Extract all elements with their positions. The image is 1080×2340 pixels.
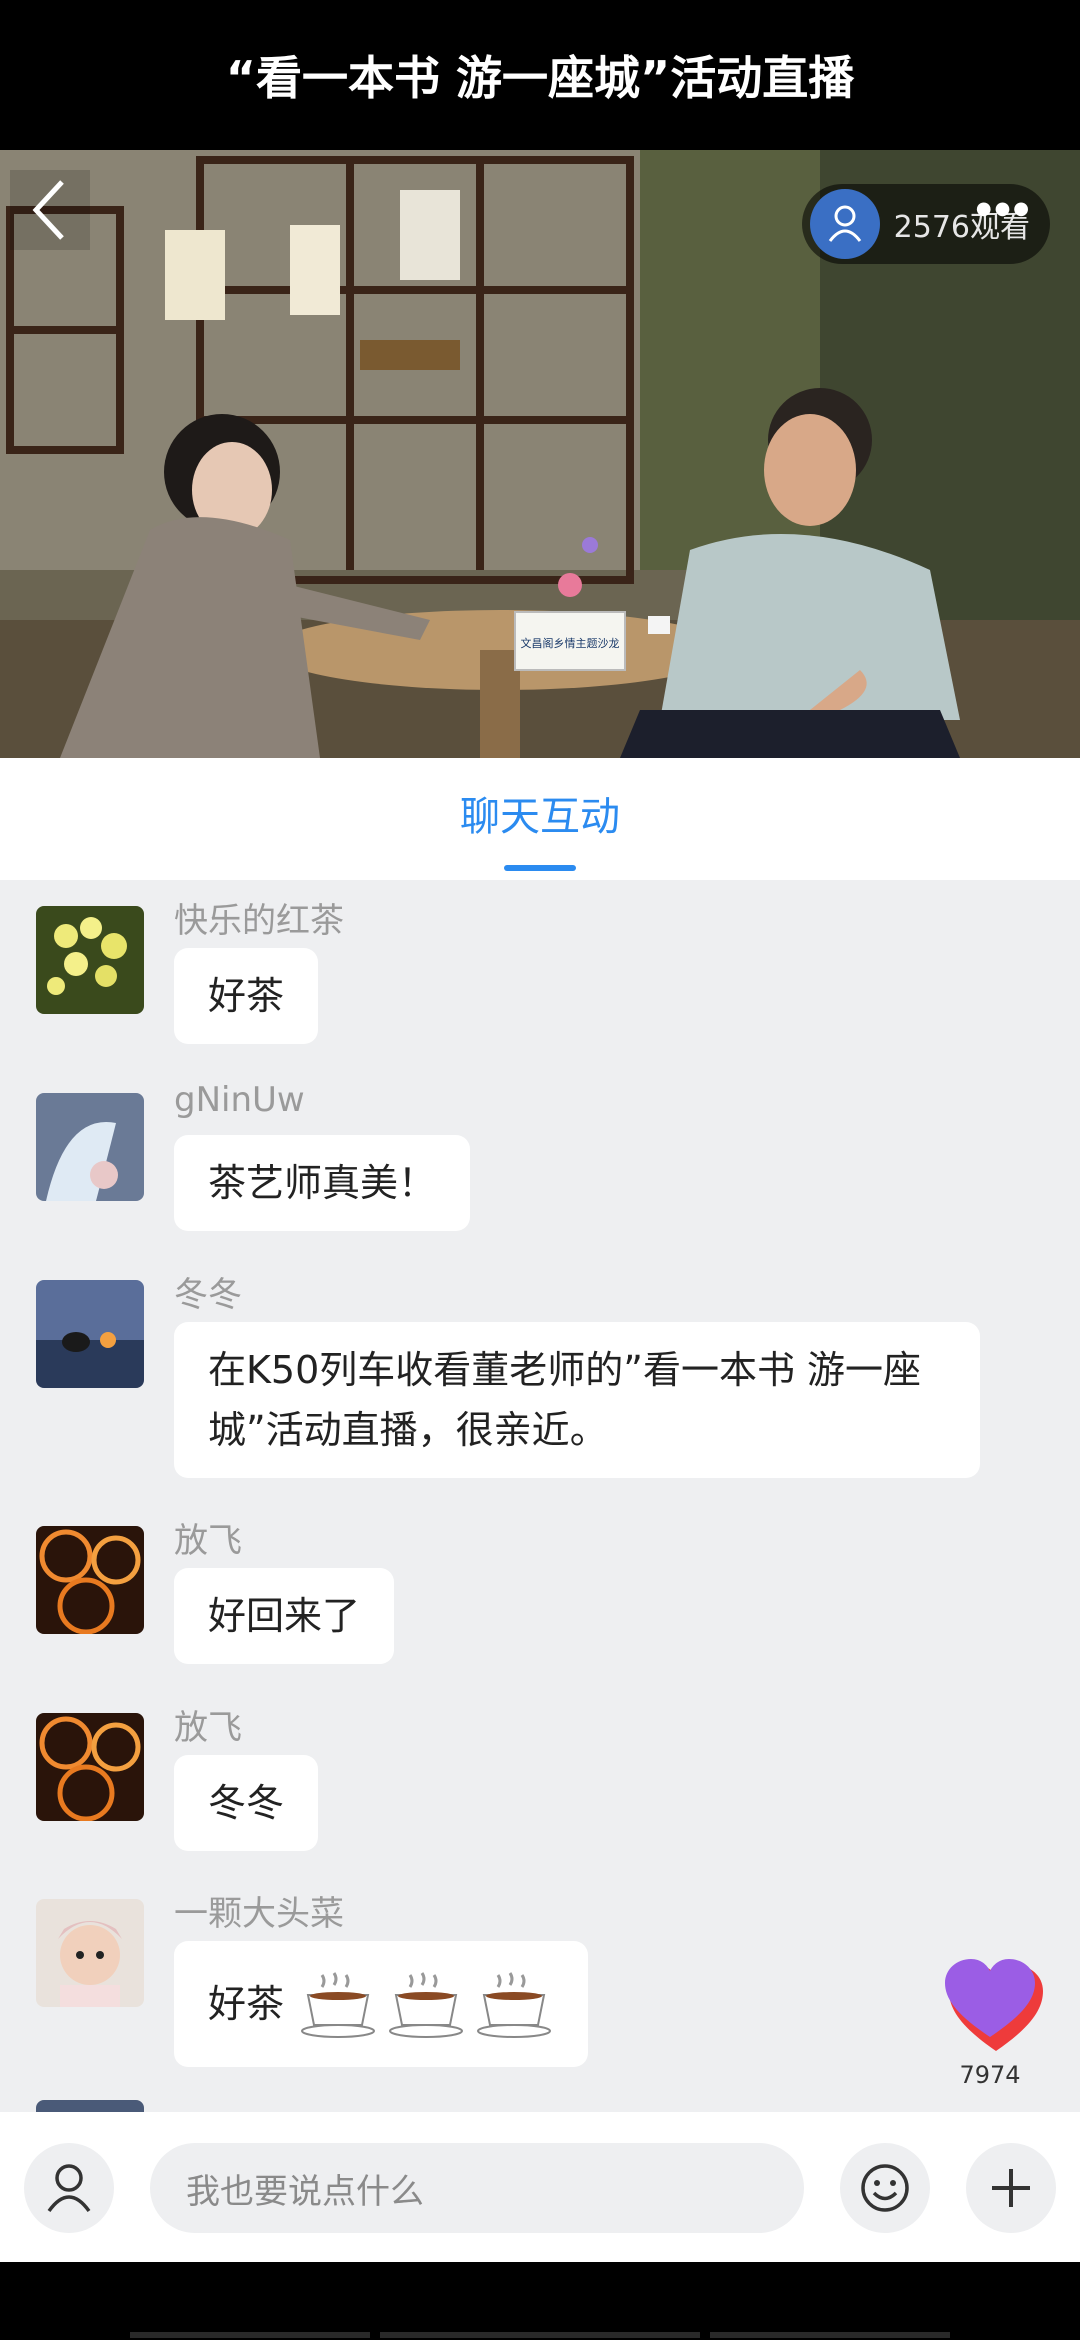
- message-bubble: 好茶: [174, 948, 319, 1044]
- user-avatar[interactable]: [36, 1526, 144, 1634]
- comment-input[interactable]: 我也要说点什么: [150, 2143, 804, 2233]
- system-nav-bar: [0, 2262, 1080, 2340]
- nav-indicator: [380, 2332, 700, 2338]
- more-icon[interactable]: ●●●: [976, 198, 1032, 219]
- heart-icon: [945, 1959, 1043, 2051]
- viewer-count-badge[interactable]: 2576观看 ●●●: [801, 184, 1050, 264]
- placard-text: 文昌阁乡情主题沙龙: [521, 636, 620, 650]
- user-name: 冬冬: [174, 1275, 242, 1315]
- tab-bar: 聊天互动: [0, 758, 1080, 880]
- user-avatar[interactable]: [36, 1093, 144, 1201]
- back-button[interactable]: [10, 170, 90, 250]
- user-name: gNinUw: [174, 1080, 305, 1120]
- page-title: “看一本书 游一座城”活动直播: [225, 51, 855, 105]
- message-bubble: 好回来了: [174, 1568, 395, 1664]
- back-icon: [32, 180, 64, 240]
- user-name: 一颗大头菜: [174, 1894, 344, 1934]
- emoji-icon: [861, 2164, 909, 2212]
- input-bar: 我也要说点什么: [0, 2112, 1080, 2262]
- nav-indicator: [710, 2332, 950, 2338]
- tea-cup-icon: [389, 1972, 464, 2038]
- like-button[interactable]: 7974: [930, 1955, 1050, 2089]
- live-video[interactable]: 文昌阁乡情主题沙龙 2576观看 ●●●: [0, 150, 1080, 758]
- message-bubble: 茶艺师真美！: [174, 1135, 471, 1231]
- user-name: 放飞: [174, 1521, 242, 1561]
- profile-button[interactable]: [24, 2143, 114, 2233]
- user-avatar[interactable]: [36, 1713, 144, 1821]
- user-avatar[interactable]: [36, 906, 144, 1014]
- message-bubble: 在K50列车收看董老师的”看一本书 游一座城”活动直播，很亲近。: [174, 1322, 980, 1478]
- message-text: 好茶: [208, 1982, 285, 2026]
- plus-icon: [992, 2169, 1030, 2207]
- emoji-sequence: [298, 1969, 554, 2039]
- top-bar: “看一本书 游一座城”活动直播: [0, 0, 1080, 150]
- chat-list[interactable]: 快乐的红茶 好茶 gNinUw 茶艺师真美！ 冬冬 在K50列车收看董老师的”看…: [0, 880, 1080, 2112]
- tab-chat[interactable]: 聊天互动: [460, 784, 620, 842]
- user-avatar[interactable]: [36, 2100, 144, 2112]
- tea-cup-icon: [301, 1972, 376, 2038]
- like-count: 7974: [959, 2061, 1021, 2089]
- user-name: 快乐的红茶: [174, 901, 344, 941]
- tea-cup-icon: [477, 1972, 552, 2038]
- active-tab-indicator: [504, 865, 576, 871]
- user-avatar[interactable]: [36, 1899, 144, 2007]
- user-name: 放飞: [174, 1708, 242, 1748]
- more-actions-button[interactable]: [966, 2143, 1056, 2233]
- message-bubble: 冬冬: [174, 1755, 319, 1851]
- user-icon: [47, 2164, 91, 2213]
- user-icon: [809, 189, 880, 259]
- nav-indicator: [130, 2332, 370, 2338]
- emoji-button[interactable]: [840, 2143, 930, 2233]
- user-avatar[interactable]: [36, 1280, 144, 1388]
- message-bubble: 好茶: [174, 1941, 589, 2067]
